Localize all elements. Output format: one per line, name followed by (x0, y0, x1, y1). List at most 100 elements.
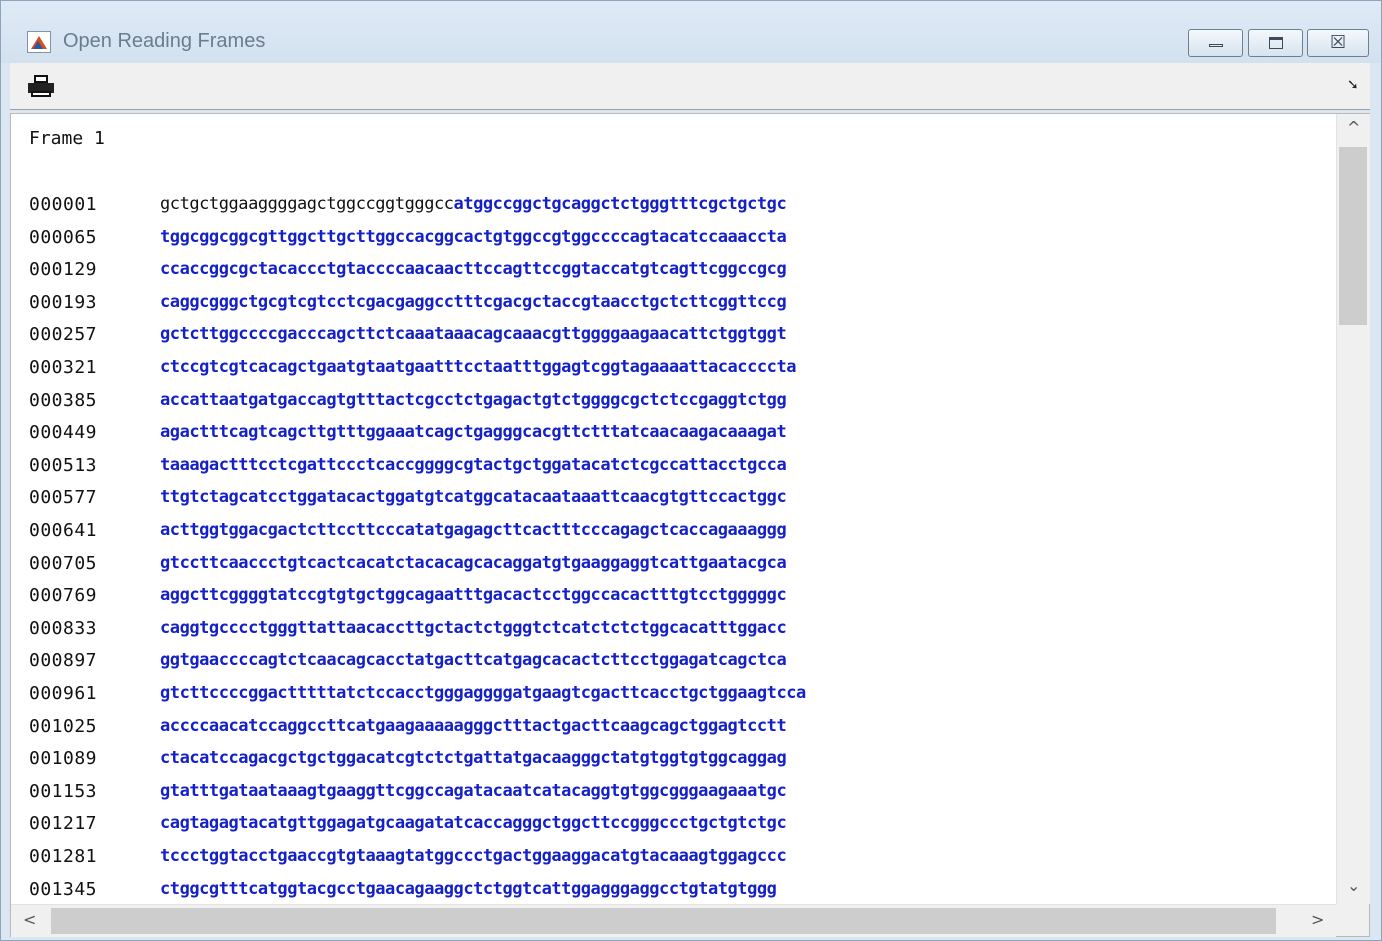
orf-bases: taaagactttcctcgattccctcaccggggcgtactgctg… (160, 454, 787, 475)
orf-bases: cagtagagtacatgttggagatgcaagatatcaccagggc… (160, 813, 787, 834)
sequence-text: gtcttccccggactttttatctccacctgggaggggatga… (160, 683, 806, 703)
sequence-text: gctgctggaaggggagctggccggtgggccatggccggct… (160, 194, 787, 214)
position-index: 001025 (29, 715, 98, 737)
position-index: 001217 (29, 813, 98, 835)
undock-arrow-icon[interactable]: ➘ (1347, 77, 1359, 93)
position-index: 000577 (29, 487, 98, 509)
position-index: 000193 (29, 291, 98, 313)
vertical-scrollbar[interactable]: ^ ⌄ (1336, 114, 1370, 904)
printer-icon[interactable] (28, 75, 54, 97)
orf-bases: agactttcagtcagcttgtttggaaatcagctgagggcac… (160, 422, 787, 443)
vertical-scroll-thumb[interactable] (1339, 147, 1367, 325)
sequence-row: 000769 aggcttcggggtatccgtgtgctggcagaatttg… (11, 585, 1336, 615)
sequence-text: accattaatgatgaccagtgtttactcgcctctgagactg… (160, 390, 787, 410)
orf-bases: ctccgtcgtcacagctgaatgtaatgaatttcctaatttg… (160, 357, 797, 377)
sequence-row: 000449 agactttcagtcagcttgtttggaaatcagctga… (11, 422, 1336, 452)
orf-bases: ctacatccagacgctgctggacatcgtctctgattatgac… (160, 748, 787, 769)
sequence-text: aggcttcggggtatccgtgtgctggcagaatttgacactc… (160, 585, 787, 606)
orf-bases: ttgtctagcatcctggatacactggatgtcatggcataca… (160, 487, 787, 508)
sequence-row: 001153 gtatttgataataaagtgaaggttcggccagata… (11, 781, 1336, 811)
orf-bases: tggcggcggcgttggcttgcttggccacggcactgtggcc… (160, 226, 787, 247)
matlab-icon[interactable] (27, 31, 51, 53)
orf-bases: gctcttggccccgacccagcttctcaaataaacagcaaac… (160, 324, 787, 345)
window-title: Open Reading Frames (63, 30, 266, 52)
sequence-text: cagtagagtacatgttggagatgcaagatatcaccagggc… (160, 813, 787, 834)
position-index: 000833 (29, 617, 98, 639)
minimize-icon (1209, 44, 1223, 47)
sequence-text: ggtgaaccccagtctcaacagcacctatgacttcatgagc… (160, 650, 787, 671)
orf-bases: ctggcgtttcatggtacgcctgaacagaaggctctggtca… (160, 878, 777, 899)
position-index: 001345 (29, 878, 98, 900)
sequence-text: caggcgggctgcgtcgtcctcgacgaggcctttcgacgct… (160, 291, 787, 312)
minimize-button[interactable] (1188, 29, 1243, 57)
non-orf-bases: gctgctggaaggggagctggccggtgggcc (160, 194, 454, 214)
position-index: 000897 (29, 650, 98, 672)
sequence-text: caggtgcccctgggttattaacaccttgctactctgggtc… (160, 618, 787, 638)
sequence-text: taaagactttcctcgattccctcaccggggcgtactgctg… (160, 454, 787, 475)
sequence-row: 000961 gtcttccccggactttttatctccacctgggagg… (11, 683, 1336, 713)
close-icon: ☒ (1330, 32, 1347, 53)
orf-bases: atggccggctgcaggctctgggtttcgctgctgc (453, 194, 787, 214)
scroll-left-icon[interactable]: < (23, 910, 36, 929)
orf-bases: gtccttcaaccctgtcactcacatctacacagcacaggat… (160, 552, 787, 573)
sequence-row: 000129 ccaccggcgctacaccctgtaccccaacaacttc… (11, 259, 1336, 289)
orf-bases: gtatttgataataaagtgaaggttcggccagatacaatca… (160, 780, 787, 801)
sequence-row: 000897 ggtgaaccccagtctcaacagcacctatgacttc… (11, 650, 1336, 680)
sequence-text: tggcggcggcgttggcttgcttggccacggcactgtggcc… (160, 226, 787, 247)
sequence-text: accccaacatccaggccttcatgaagaaaaagggctttac… (160, 715, 787, 736)
orf-bases: accccaacatccaggccttcatgaagaaaaagggctttac… (160, 715, 787, 736)
sequence-row: 000385 accattaatgatgaccagtgtttactcgcctctg… (11, 390, 1336, 420)
horizontal-scrollbar[interactable]: < > (11, 904, 1336, 937)
sequence-text: gctcttggccccgacccagcttctcaaataaacagcaaac… (160, 324, 787, 345)
sequence-row: 001089 ctacatccagacgctgctggacatcgtctctgat… (11, 748, 1336, 778)
position-index: 000385 (29, 389, 98, 411)
scroll-right-icon[interactable]: > (1311, 910, 1324, 929)
position-index: 000449 (29, 422, 98, 444)
scroll-down-icon[interactable]: ⌄ (1347, 876, 1360, 895)
orf-bases: caggcgggctgcgtcgtcctcgacgaggcctttcgacgct… (160, 291, 787, 312)
sequence-text-area[interactable]: Frame 1 000001 gctgctggaaggggagctggccggtg… (11, 114, 1336, 904)
maximize-button[interactable] (1248, 29, 1303, 57)
position-index: 000065 (29, 226, 98, 248)
position-index: 000129 (29, 259, 98, 281)
sequence-row: 000193 caggcgggctgcgtcgtcctcgacgaggcctttc… (11, 292, 1336, 322)
position-index: 000257 (29, 324, 98, 346)
maximize-icon (1269, 37, 1283, 49)
sequence-text: agactttcagtcagcttgtttggaaatcagctgagggcac… (160, 422, 787, 443)
scrollbar-corner (1336, 904, 1369, 936)
matlab-icon-peak-inner (33, 41, 43, 49)
sequence-text: gtccttcaaccctgtcactcacatctacacagcacaggat… (160, 552, 787, 573)
position-index: 001089 (29, 748, 98, 770)
orf-bases: ccaccggcgctacaccctgtaccccaacaacttccagttc… (160, 259, 787, 280)
sequence-row: 001281 tccctggtacctgaaccgtgtaaagtatggccct… (11, 846, 1336, 876)
position-index: 000513 (29, 454, 98, 476)
printer-paper (34, 75, 48, 83)
sequence-text: acttggtggacgactcttccttcccatatgagagcttcac… (160, 520, 787, 540)
position-index: 000001 (29, 194, 98, 215)
frame-label: Frame 1 (29, 128, 105, 149)
orf-bases: aggcttcggggtatccgtgtgctggcagaatttgacactc… (160, 585, 787, 606)
title-bar[interactable]: Open Reading Frames ☒ (1, 1, 1381, 63)
close-button[interactable]: ☒ (1307, 29, 1369, 57)
orf-bases: ggtgaaccccagtctcaacagcacctatgacttcatgagc… (160, 650, 787, 671)
position-index: 000321 (29, 357, 98, 378)
position-index: 001281 (29, 846, 98, 867)
sequence-text: ccaccggcgctacaccctgtaccccaacaacttccagttc… (160, 259, 787, 280)
sequence-text: ctggcgtttcatggtacgcctgaacagaaggctctggtca… (160, 878, 777, 899)
orf-bases: gtcttccccggactttttatctccacctgggaggggatga… (160, 683, 806, 703)
orf-bases: acttggtggacgactcttccttcccatatgagagcttcac… (160, 520, 787, 540)
sequence-text: ctccgtcgtcacagctgaatgtaatgaatttcctaatttg… (160, 357, 796, 377)
sequence-row: 000065 tggcggcggcgttggcttgcttggccacggcact… (11, 227, 1336, 257)
horizontal-scroll-thumb[interactable] (51, 908, 1276, 934)
sequence-row: 000577 ttgtctagcatcctggatacactggatgtcatgg… (11, 487, 1336, 517)
open-reading-frames-window: Open Reading Frames ☒ ➘ Frame 1 000001 gc… (0, 0, 1382, 941)
sequence-row: 000833 caggtgcccctgggttattaacaccttgctactc… (11, 618, 1336, 648)
sequence-text-panel: Frame 1 000001 gctgctggaaggggagctggccggtg… (10, 113, 1370, 937)
position-index: 000641 (29, 520, 98, 541)
scroll-up-icon[interactable]: ^ (1347, 118, 1360, 137)
sequence-row: 000641 acttggtggacgactcttccttcccatatgagag… (11, 520, 1336, 550)
sequence-row: 000257 gctcttggccccgacccagcttctcaaataaaca… (11, 324, 1336, 354)
sequence-row: 000321 ctccgtcgtcacagctgaatgtaatgaatttcct… (11, 357, 1336, 387)
sequence-row: 001025 accccaacatccaggccttcatgaagaaaaaggg… (11, 716, 1336, 746)
orf-bases: tccctggtacctgaaccgtgtaaagtatggccctgactgg… (160, 846, 787, 866)
